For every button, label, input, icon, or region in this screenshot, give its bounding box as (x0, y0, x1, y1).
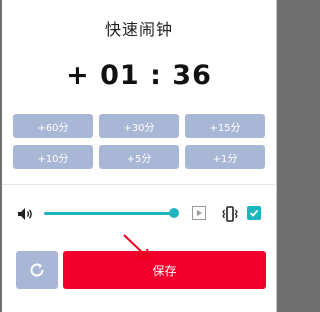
arrow-annotation-icon (123, 234, 151, 261)
quick-alarm-dialog: 快速闹钟 + 01 : 36 +60分 +30分 +15分 +10分 +5分 +… (2, 0, 277, 312)
quick-add-grid: +60分 +30分 +15分 +10分 +5分 +1分 (13, 114, 266, 169)
play-icon (197, 210, 202, 216)
vibrate-icon (222, 206, 238, 222)
add-5-min-button[interactable]: +5分 (99, 145, 179, 169)
add-1-min-button[interactable]: +1分 (185, 145, 265, 169)
play-preview-button[interactable] (192, 206, 206, 220)
add-15-min-button[interactable]: +15分 (185, 114, 265, 138)
vibrate-checkbox[interactable] (247, 206, 261, 220)
volume-slider-track (44, 212, 174, 215)
volume-slider[interactable] (44, 207, 179, 221)
save-button[interactable]: 保存 (63, 251, 266, 289)
check-icon (249, 209, 259, 217)
reset-button[interactable] (16, 251, 58, 289)
divider (2, 184, 276, 185)
timer-display: + 01 : 36 (66, 60, 212, 91)
volume-slider-thumb[interactable] (169, 208, 179, 218)
refresh-icon (30, 263, 44, 277)
volume-icon (18, 208, 32, 220)
add-60-min-button[interactable]: +60分 (13, 114, 93, 138)
dialog-title: 快速闹钟 (104, 20, 173, 39)
add-30-min-button[interactable]: +30分 (99, 114, 179, 138)
add-10-min-button[interactable]: +10分 (13, 145, 93, 169)
